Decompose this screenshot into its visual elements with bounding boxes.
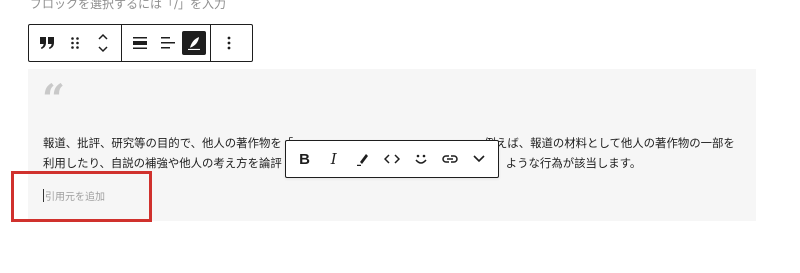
quote-text-segment: ような行為が該当します。: [505, 156, 642, 170]
block-hint: ブロックを選択するには「/」を入力: [30, 0, 227, 11]
quote-text-segment: 利用したり、自説の補強や他人の考え方を論評: [43, 156, 282, 170]
highlight-annotation-box: [11, 171, 152, 222]
format-toolbar: B I: [285, 140, 499, 178]
align-wide-icon: [133, 37, 147, 49]
link-icon: [442, 155, 458, 163]
emoji-button[interactable]: [407, 144, 436, 174]
quote-text-segment: 。例えば、報道の材料として他人の著作物の一部を: [473, 136, 735, 150]
align-button[interactable]: [126, 28, 154, 58]
drag-handle-button[interactable]: [61, 28, 89, 58]
block-toolbar: [28, 24, 253, 62]
quote-mark-icon: “: [42, 76, 66, 123]
quote-icon: [40, 37, 54, 49]
code-icon: [383, 154, 400, 164]
more-formats-button[interactable]: [465, 144, 494, 174]
bold-button[interactable]: B: [290, 144, 319, 174]
link-button[interactable]: [436, 144, 465, 174]
chevron-down-icon: [473, 155, 485, 163]
style-button[interactable]: [182, 31, 206, 55]
emoji-icon: [415, 154, 427, 164]
options-button[interactable]: [215, 28, 243, 58]
drag-handle-icon: [71, 37, 79, 49]
italic-button[interactable]: I: [319, 144, 348, 174]
more-vertical-icon: [227, 36, 231, 50]
move-up-down-icon: [98, 33, 108, 53]
highlight-button[interactable]: [348, 144, 377, 174]
highlight-icon: [356, 154, 368, 166]
block-toolbar-group-align: [121, 25, 210, 61]
block-toolbar-group-options: [210, 25, 247, 61]
text-align-left-icon: [161, 37, 175, 49]
code-button[interactable]: [377, 144, 406, 174]
block-toolbar-group-transform: [29, 25, 121, 61]
text-align-button[interactable]: [154, 28, 182, 58]
feather-pen-icon: [188, 37, 200, 50]
quote-block-button[interactable]: [33, 28, 61, 58]
quote-text-segment: 報道、批評、研究等の目的で、他人の著作物を「: [43, 136, 294, 150]
move-up-down-button[interactable]: [89, 28, 117, 58]
